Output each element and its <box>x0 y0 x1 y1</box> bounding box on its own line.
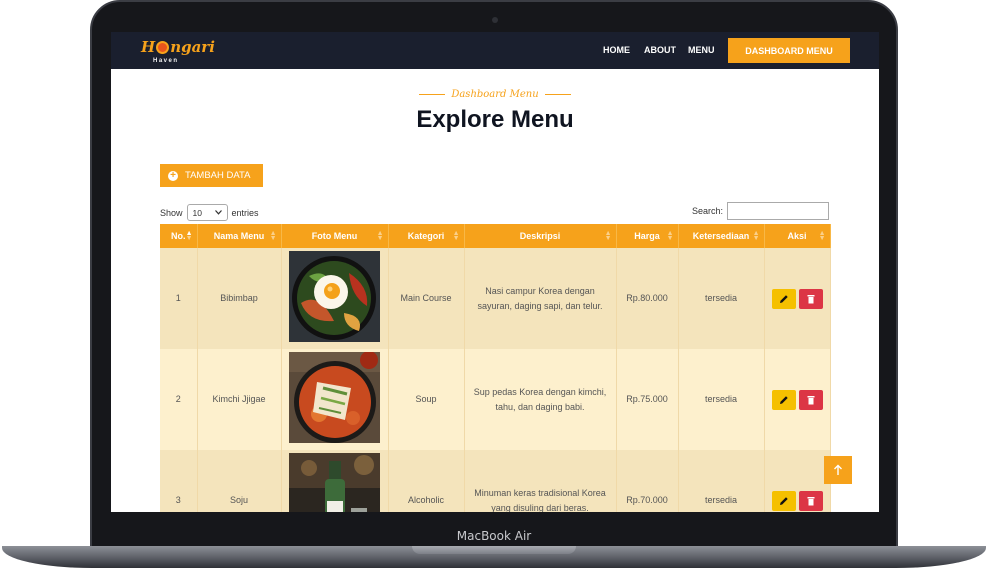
navbar: Hngari Haven HOME ABOUT MENU DASHBOARD M… <box>111 32 879 69</box>
pencil-icon <box>779 496 788 505</box>
sort-icon: ▲ ▼ <box>666 230 674 242</box>
table-row: 2 Kimchi Jjigae Soup Sup pedas Korea den… <box>160 349 831 450</box>
cell-actions <box>764 248 831 349</box>
cell-no: 3 <box>160 450 198 512</box>
cell-name: Kimchi Jjigae <box>197 349 282 450</box>
edit-button[interactable] <box>771 490 796 511</box>
arrow-up-icon <box>834 464 842 475</box>
cell-category: Soup <box>388 349 465 450</box>
cell-no: 1 <box>160 248 198 349</box>
column-header-category[interactable]: Kategori ▲ ▼ <box>388 224 465 248</box>
sort-icon: ▲ ▼ <box>452 230 460 242</box>
column-header-availability[interactable]: Ketersediaan ▲ ▼ <box>678 224 765 248</box>
bibimbap-photo <box>289 250 380 342</box>
table-header-row: No. ▲ ▼ Nama Menu ▲ ▼ Foto Menu ▲ ▼ Kategori ▲ ▼… <box>160 224 831 248</box>
add-data-label: TAMBAH DATA <box>185 170 251 181</box>
nav-menu-link[interactable]: MENU <box>688 45 715 55</box>
sort-icon: ▲ ▼ <box>376 230 384 242</box>
add-data-button[interactable]: + TAMBAH DATA <box>160 164 263 187</box>
table-search: Search: <box>692 202 830 220</box>
cell-no: 2 <box>160 349 198 450</box>
entries-label: entries <box>231 207 259 218</box>
laptop-notch <box>412 546 576 554</box>
delete-button[interactable] <box>798 389 823 410</box>
scroll-to-top-button[interactable] <box>824 456 852 484</box>
column-header-name[interactable]: Nama Menu ▲ ▼ <box>197 224 282 248</box>
cell-photo <box>281 450 389 512</box>
edit-button[interactable] <box>771 288 796 309</box>
table-row: 1 Bibimbap Main Course Nasi campur Korea… <box>160 248 831 349</box>
search-label: Search: <box>692 206 724 216</box>
pencil-icon <box>779 294 788 303</box>
webcam <box>492 17 498 23</box>
divider <box>419 94 446 95</box>
table-row: 3 Soju Alcoholic Minuman keras tradision… <box>160 450 831 512</box>
trash-icon <box>807 496 814 505</box>
divider <box>544 94 571 95</box>
sort-icon: ▲ ▼ <box>269 230 277 242</box>
brand-logo[interactable]: Hngari <box>141 39 215 56</box>
nav-home-link[interactable]: HOME <box>603 45 630 55</box>
cell-name: Bibimbap <box>197 248 282 349</box>
column-header-description[interactable]: Deskripsi ▲ ▼ <box>464 224 617 248</box>
cell-description: Minuman keras tradisional Korea yang dis… <box>464 450 617 512</box>
cell-category: Alcoholic <box>388 450 465 512</box>
sort-icon: ▲ ▼ <box>818 230 826 242</box>
cell-price: Rp.80.000 <box>616 248 679 349</box>
chevron-down-icon <box>214 210 222 215</box>
menu-table: No. ▲ ▼ Nama Menu ▲ ▼ Foto Menu ▲ ▼ Kategori ▲ ▼… <box>160 224 831 512</box>
section-subtitle: Dashboard Menu <box>111 89 879 100</box>
cell-category: Main Course <box>388 248 465 349</box>
bowl-icon <box>156 41 170 54</box>
show-label: Show <box>160 207 183 218</box>
entries-value: 10 <box>192 207 202 218</box>
page-title: Explore Menu <box>416 106 574 133</box>
browser-viewport: Hngari Haven HOME ABOUT MENU DASHBOARD M… <box>111 32 879 512</box>
dashboard-menu-button[interactable]: DASHBOARD MENU <box>728 38 850 63</box>
trash-icon <box>807 294 814 303</box>
column-header-no[interactable]: No. ▲ ▼ <box>160 224 198 248</box>
column-header-actions[interactable]: Aksi ▲ ▼ <box>764 224 831 248</box>
kimchi-jjigae-photo <box>289 350 380 443</box>
cell-availability: tersedia <box>678 450 765 512</box>
plus-icon: + <box>168 170 178 181</box>
cell-name: Soju <box>197 450 282 512</box>
sort-asc-icon: ▲ ▼ <box>185 230 193 242</box>
column-header-price[interactable]: Harga ▲ ▼ <box>616 224 679 248</box>
device-label: MacBook Air <box>456 529 532 543</box>
sort-icon: ▲ ▼ <box>604 230 612 242</box>
cell-availability: tersedia <box>678 248 765 349</box>
cell-photo <box>281 349 389 450</box>
cell-actions <box>764 450 831 512</box>
entries-select[interactable]: 10 <box>186 204 228 221</box>
brand-subtitle: Haven <box>153 58 179 64</box>
cell-photo <box>281 248 389 349</box>
soju-photo <box>289 452 380 512</box>
delete-button[interactable] <box>798 490 823 511</box>
cell-price: Rp.70.000 <box>616 450 679 512</box>
cell-description: Sup pedas Korea dengan kimchi, tahu, dan… <box>464 349 617 450</box>
cell-availability: tersedia <box>678 349 765 450</box>
cell-description: Nasi campur Korea dengan sayuran, daging… <box>464 248 617 349</box>
cell-price: Rp.75.000 <box>616 349 679 450</box>
edit-button[interactable] <box>771 389 796 410</box>
cell-actions <box>764 349 831 450</box>
search-input[interactable] <box>727 202 830 220</box>
column-header-photo[interactable]: Foto Menu ▲ ▼ <box>281 224 389 248</box>
delete-button[interactable] <box>798 288 823 309</box>
trash-icon <box>807 395 814 404</box>
section-subtitle-text: Dashboard Menu <box>451 89 539 100</box>
pencil-icon <box>779 395 788 404</box>
sort-icon: ▲ ▼ <box>752 230 760 242</box>
nav-about-link[interactable]: ABOUT <box>644 45 676 55</box>
entries-length-control: Show 10 entries <box>160 204 259 221</box>
